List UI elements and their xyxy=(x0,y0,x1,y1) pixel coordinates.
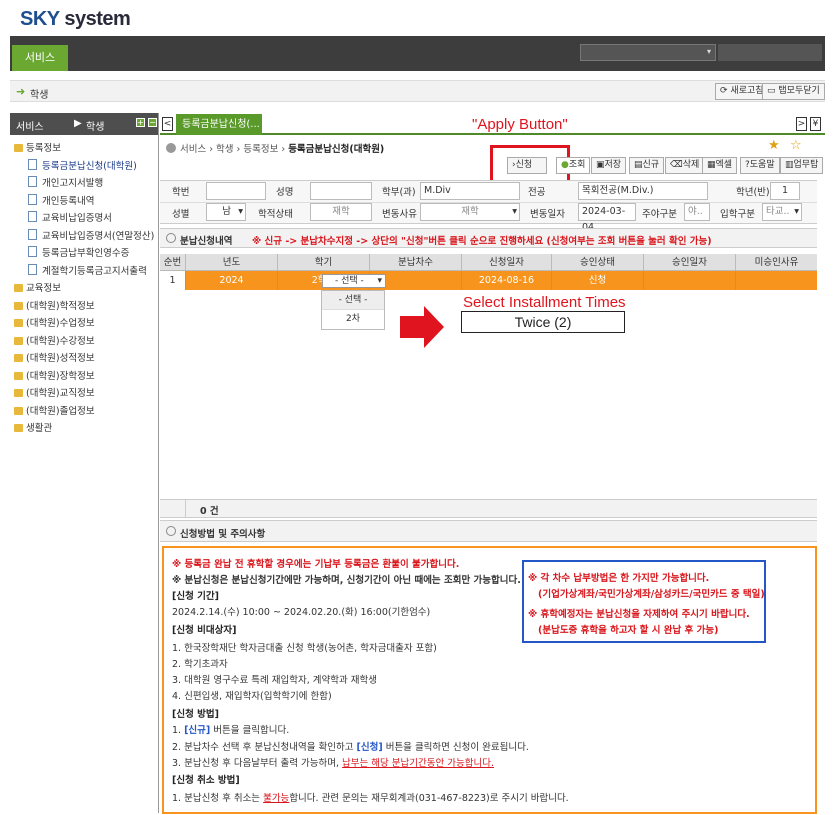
section-installment-history: 분납신청내역 ※ 신규 -> 분납차수지정 -> 상단의 "신청"버튼 클릭 순… xyxy=(160,228,817,248)
home-icon xyxy=(166,143,176,153)
breadcrumb: 서비스 › 학생 › 등록정보 › 등록금분납신청(대학원) xyxy=(166,141,384,155)
chevron-down-icon: ▾ xyxy=(794,206,799,217)
student-no-label: 학번 xyxy=(172,187,190,198)
trash-icon: ⌫ xyxy=(670,160,683,170)
gender-label: 성별 xyxy=(172,209,190,220)
search-icon: ● xyxy=(561,160,569,170)
sub-nav-label: 학생 xyxy=(30,90,49,101)
close-all-tabs-button[interactable]: ▭ 탭모두닫기 xyxy=(762,83,825,100)
chevron-down-icon: ▾ xyxy=(706,47,711,56)
sidebar-item-13[interactable]: (대학원)장학정보 xyxy=(14,368,159,386)
chevron-down-icon: ▾ xyxy=(512,206,517,217)
sidebar-item-10[interactable]: (대학원)수업정보 xyxy=(14,315,159,333)
student-no-field[interactable] xyxy=(206,182,266,200)
grade-label: 학년(반) xyxy=(736,187,770,198)
daynight-label: 주야구분 xyxy=(642,209,677,220)
collapse-all-icon[interactable]: − xyxy=(148,118,157,127)
service-menu-button[interactable]: 서비스 xyxy=(12,45,68,71)
status-field: 재학 xyxy=(310,203,372,221)
sidebar-item-11[interactable]: (대학원)수강정보 xyxy=(14,333,159,351)
sidebar-tree: 등록정보 등록금분납신청(대학원) 개인고지서발행 개인등록내역 교육비납입증명서 교육비… xyxy=(14,140,159,438)
change-reason-select[interactable]: 재학 ▾ xyxy=(420,203,520,221)
entry-type-select[interactable]: 타교.. ▾ xyxy=(762,203,802,221)
tab-list-icon[interactable]: ¥ xyxy=(810,117,821,131)
major-field[interactable]: 목회전공(M.Div.) xyxy=(578,182,708,200)
sub-nav-bar: ➜ 학생 xyxy=(10,80,825,102)
sidebar-item-9[interactable]: (대학원)학적정보 xyxy=(14,298,159,316)
app-logo: SKY system xyxy=(20,8,131,30)
apply-button[interactable]: ›신청 xyxy=(507,157,547,174)
expand-all-icon[interactable]: + xyxy=(136,118,145,127)
favorite-add-icon[interactable]: ☆ xyxy=(790,139,804,153)
excel-button[interactable]: ▦엑셀 xyxy=(702,157,738,174)
change-date-label: 변동일자 xyxy=(530,209,565,220)
installment-times-select[interactable]: - 선택 - ▾ xyxy=(322,274,386,288)
new-icon: ▤ xyxy=(634,160,643,170)
page-title: 등록금분납신청(대학원) xyxy=(288,144,385,155)
window-icon: ▭ xyxy=(767,86,776,96)
dept-field[interactable]: M.Div xyxy=(420,182,520,200)
sidebar-item-5[interactable]: 교육비납입증명서(연말정산) xyxy=(14,228,159,246)
table-body xyxy=(160,290,817,500)
sidebar-item-0[interactable]: 등록정보 xyxy=(14,140,159,158)
refresh-button[interactable]: ⟳ 새로고침 xyxy=(715,83,769,100)
delete-button[interactable]: ⌫삭제 xyxy=(665,157,705,174)
save-button[interactable]: ▣저장 xyxy=(591,157,627,174)
table-header: 순번 년도 학기 분납차수 신청일자 승인상태 승인일자 미승인사유 xyxy=(160,254,817,271)
sidebar-item-8[interactable]: 교육정보 xyxy=(14,280,159,298)
sidebar-item-7[interactable]: 계절학기등록금고지서출력 xyxy=(14,263,159,281)
new-button[interactable]: ▤신규 xyxy=(629,157,665,174)
entry-type-label: 입학구분 xyxy=(720,209,755,220)
sidebar-item-3[interactable]: 개인등록내역 xyxy=(14,193,159,211)
section-bullet-icon xyxy=(166,233,176,243)
daynight-select[interactable]: 야.. xyxy=(684,203,710,221)
dept-label: 학부(과) xyxy=(382,187,416,198)
sidebar-item-16[interactable]: 생활관 xyxy=(14,420,159,438)
sidebar-item-6[interactable]: 등록금납부확인영수증 xyxy=(14,245,159,263)
section-notice: 신청방법 및 주의사항 xyxy=(160,520,817,542)
top-select[interactable]: ▾ xyxy=(580,44,716,61)
sidebar-item-12[interactable]: (대학원)성적정보 xyxy=(14,350,159,368)
sidebar-item-14[interactable]: (대학원)교직정보 xyxy=(14,385,159,403)
table-row[interactable]: 1 2024 2학기 2024-08-16 신청 xyxy=(160,271,817,290)
sidebar-item-1[interactable]: 등록금분납신청(대학원) xyxy=(14,158,159,176)
status-label: 학적상태 xyxy=(258,209,293,220)
sidebar-header: 서비스 ▶ 학생 + − xyxy=(10,113,158,135)
sidebar-header-chevron: ▶ xyxy=(74,118,82,129)
change-reason-label: 변동사유 xyxy=(382,209,417,220)
save-icon: ▣ xyxy=(596,160,605,170)
favorite-star-icon[interactable]: ★ xyxy=(768,139,782,153)
tab-installment-application[interactable]: 등록금분납신청(... xyxy=(176,114,262,135)
top-select-secondary[interactable] xyxy=(718,44,822,61)
grade-field[interactable]: 1 xyxy=(770,182,800,200)
tab-scroll-right-icon[interactable]: > xyxy=(796,117,807,131)
sidebar-item-2[interactable]: 개인고지서발행 xyxy=(14,175,159,193)
name-label: 성명 xyxy=(276,187,294,198)
excel-icon: ▦ xyxy=(707,160,716,170)
record-count: 0 건 xyxy=(200,506,219,517)
gender-select[interactable]: 남 ▾ xyxy=(206,203,246,221)
section-bullet-icon xyxy=(166,526,176,536)
section-hint: ※ 신규 -> 분납차수지정 -> 상단의 "신청"버튼 클릭 순으로 진행하세… xyxy=(252,236,712,247)
change-date-field[interactable]: 2024-03-04 xyxy=(578,203,636,233)
sidebar-item-4[interactable]: 교육비납입증명서 xyxy=(14,210,159,228)
payment-notice-box: ※ 각 차수 납부방법은 한 가지만 가능합니다. (기업가상계좌/국민가상계좌… xyxy=(522,560,766,643)
name-field[interactable] xyxy=(310,182,372,200)
major-label: 전공 xyxy=(528,187,546,198)
chevron-down-icon: ▾ xyxy=(377,276,382,286)
sidebar-item-15[interactable]: (대학원)졸업정보 xyxy=(14,403,159,421)
table-footer: 0 건 xyxy=(160,500,817,518)
search-button[interactable]: ●조회 xyxy=(556,157,591,174)
arrow-right-icon: ➜ xyxy=(16,85,26,98)
book-icon: ▥ xyxy=(785,160,794,170)
refresh-icon: ⟳ xyxy=(720,86,728,96)
help-button[interactable]: ?도움말 xyxy=(740,157,780,174)
manual-button[interactable]: ▥업무탑 xyxy=(780,157,824,174)
chevron-down-icon: ▾ xyxy=(238,206,243,217)
annotation-apply-button: "Apply Button" xyxy=(472,116,568,133)
tab-scroll-left-icon[interactable]: < xyxy=(162,117,173,131)
